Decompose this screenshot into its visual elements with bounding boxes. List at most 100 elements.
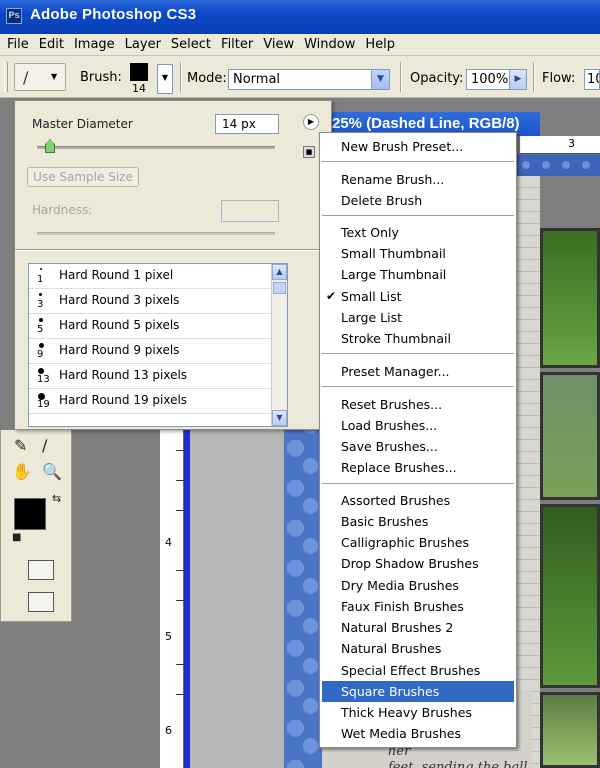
line-tool-icon[interactable]: ∕ xyxy=(42,436,47,455)
menu-item-faux-finish-brushes[interactable]: Faux Finish Brushes xyxy=(322,596,514,617)
mode-label: Mode: xyxy=(187,71,227,86)
menu-view[interactable]: View xyxy=(258,37,299,52)
zoom-tool-icon[interactable]: 🔍 xyxy=(42,462,62,481)
swap-colors-icon[interactable]: ⇆ xyxy=(52,492,61,505)
menu-image[interactable]: Image xyxy=(69,37,120,52)
menu-item-small-thumbnail[interactable]: Small Thumbnail xyxy=(322,243,514,264)
menu-item-label: Small List xyxy=(341,289,402,304)
menu-item-delete-brush[interactable]: Delete Brush xyxy=(322,190,514,211)
options-bar-grip[interactable] xyxy=(4,62,8,92)
scroll-thumb[interactable] xyxy=(273,282,286,294)
opacity-label: Opacity: xyxy=(410,71,464,86)
options-separator xyxy=(180,62,182,92)
menu-item-text-only[interactable]: Text Only xyxy=(322,222,514,243)
menu-item-reset-brushes[interactable]: Reset Brushes... xyxy=(322,394,514,415)
menu-item-special-effect-brushes[interactable]: Special Effect Brushes xyxy=(322,660,514,681)
quick-mask-icon[interactable] xyxy=(28,560,54,580)
opacity-input[interactable]: 100% xyxy=(466,69,510,90)
menu-item-natural-brushes[interactable]: Natural Brushes xyxy=(322,638,514,659)
scroll-up-icon[interactable]: ▲ xyxy=(272,264,287,280)
menu-item-new-brush-preset[interactable]: New Brush Preset... xyxy=(322,136,514,157)
master-diameter-slider[interactable] xyxy=(37,146,275,149)
menu-help[interactable]: Help xyxy=(360,37,400,52)
menu-separator xyxy=(322,161,514,162)
brush-size-label: 3 xyxy=(37,299,44,310)
brush-preview-swatch[interactable] xyxy=(130,63,148,81)
ruler-tick xyxy=(176,694,184,695)
ruler-tick xyxy=(176,510,184,511)
brush-list-scrollbar[interactable]: ▲ ▼ xyxy=(271,264,287,426)
menu-item-drop-shadow-brushes[interactable]: Drop Shadow Brushes xyxy=(322,553,514,574)
brush-name: Hard Round 5 pixels xyxy=(59,318,180,332)
menu-item-save-brushes[interactable]: Save Brushes... xyxy=(322,436,514,457)
brush-picker-context-menu: New Brush Preset... Rename Brush... Dele… xyxy=(319,132,517,748)
list-item[interactable]: 3 Hard Round 3 pixels xyxy=(29,289,287,314)
menu-item-thick-heavy-brushes[interactable]: Thick Heavy Brushes xyxy=(322,702,514,723)
menu-file[interactable]: File xyxy=(2,37,34,52)
foreground-color-swatch[interactable] xyxy=(14,498,46,530)
menu-item-assorted-brushes[interactable]: Assorted Brushes xyxy=(322,490,514,511)
menu-edit[interactable]: Edit xyxy=(34,37,69,52)
vertical-ruler xyxy=(160,400,184,768)
screen-mode-icon[interactable] xyxy=(28,592,54,612)
pen-tool-icon[interactable]: ✎ xyxy=(14,436,27,455)
use-sample-size-button[interactable]: Use Sample Size xyxy=(27,167,139,187)
list-item[interactable]: 5 Hard Round 5 pixels xyxy=(29,314,287,339)
menu-window[interactable]: Window xyxy=(299,37,360,52)
brush-tip-icon xyxy=(40,268,42,270)
menu-item-large-thumbnail[interactable]: Large Thumbnail xyxy=(322,264,514,285)
chevron-down-icon: ▼ xyxy=(51,72,58,81)
default-colors-icon[interactable]: ■ xyxy=(12,532,21,543)
canvas-star-strip xyxy=(284,400,322,768)
panel-divider xyxy=(15,249,331,251)
hand-tool-icon[interactable]: ✋ xyxy=(12,462,32,481)
scroll-down-icon[interactable]: ▼ xyxy=(272,410,287,426)
list-item[interactable]: 13 Hard Round 13 pixels xyxy=(29,364,287,389)
list-item[interactable]: 9 Hard Round 9 pixels xyxy=(29,339,287,364)
slider-thumb[interactable] xyxy=(45,139,55,153)
menu-item-wet-media-brushes[interactable]: Wet Media Brushes xyxy=(322,723,514,744)
brush-name: Hard Round 19 pixels xyxy=(59,393,188,407)
menu-separator xyxy=(322,386,514,387)
menu-item-preset-manager[interactable]: Preset Manager... xyxy=(322,361,514,382)
menu-select[interactable]: Select xyxy=(166,37,216,52)
master-diameter-label: Master Diameter xyxy=(32,117,133,131)
menu-item-basic-brushes[interactable]: Basic Brushes xyxy=(322,511,514,532)
menu-filter[interactable]: Filter xyxy=(216,37,258,52)
menu-item-load-brushes[interactable]: Load Brushes... xyxy=(322,415,514,436)
canvas-star-border xyxy=(516,154,600,176)
ruler-tick xyxy=(176,480,184,481)
hardness-slider[interactable] xyxy=(37,232,275,235)
hardness-input[interactable] xyxy=(221,200,279,222)
save-preset-icon[interactable]: ■ xyxy=(303,146,315,158)
master-diameter-input[interactable]: 14 px xyxy=(215,114,279,134)
brush-size-label: 9 xyxy=(37,349,44,360)
mode-select[interactable]: Normal ▼ xyxy=(228,69,390,90)
ruler-tick xyxy=(176,600,184,601)
list-item[interactable]: 19 Hard Round 19 pixels xyxy=(29,389,287,414)
brush-tool-icon: ∕ xyxy=(23,68,29,87)
brush-size-label: 5 xyxy=(37,324,44,335)
menu-item-square-brushes[interactable]: Square Brushes xyxy=(322,681,514,702)
menu-item-replace-brushes[interactable]: Replace Brushes... xyxy=(322,457,514,478)
menu-item-dry-media-brushes[interactable]: Dry Media Brushes xyxy=(322,575,514,596)
menu-item-rename-brush[interactable]: Rename Brush... xyxy=(322,169,514,190)
ruler-number: 6 xyxy=(165,724,172,737)
ruler-tick xyxy=(176,570,184,571)
tool-preset-picker[interactable]: ∕ ▼ xyxy=(14,63,66,91)
menu-item-small-list[interactable]: ✔ Small List xyxy=(322,286,514,307)
menu-layer[interactable]: Layer xyxy=(120,37,166,52)
menu-item-large-list[interactable]: Large List xyxy=(322,307,514,328)
menu-item-calligraphic-brushes[interactable]: Calligraphic Brushes xyxy=(322,532,514,553)
flow-input[interactable]: 10 xyxy=(584,69,600,90)
brush-picker-dropdown-button[interactable]: ▼ xyxy=(157,64,173,94)
opacity-slider-button[interactable]: ▶ xyxy=(509,69,527,90)
hardness-label: Hardness: xyxy=(32,203,93,217)
brush-label: Brush: xyxy=(80,70,122,85)
panel-menu-arrow-icon[interactable]: ▶ xyxy=(303,114,319,130)
menu-item-stroke-thumbnail[interactable]: Stroke Thumbnail xyxy=(322,328,514,349)
menu-item-natural-brushes-2[interactable]: Natural Brushes 2 xyxy=(322,617,514,638)
list-item[interactable]: 1 Hard Round 1 pixel xyxy=(29,264,287,289)
brush-size-label: 1 xyxy=(37,274,44,285)
menu-separator xyxy=(322,483,514,484)
